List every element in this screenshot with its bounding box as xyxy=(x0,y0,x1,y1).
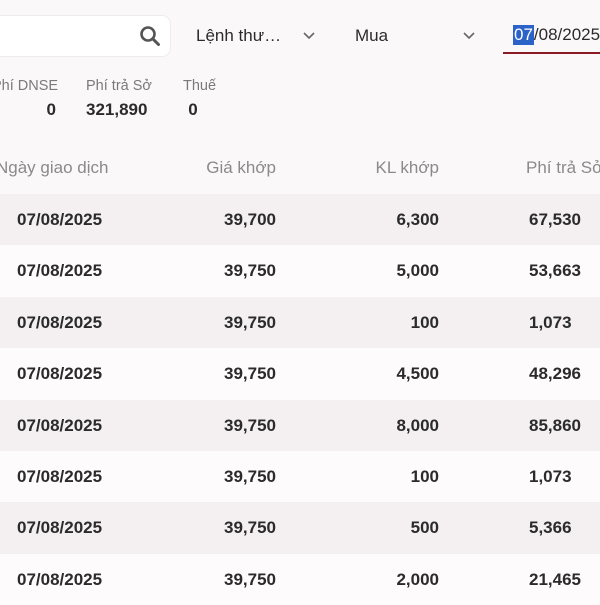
summary-label: Phí DNSE xyxy=(0,78,59,94)
table-row[interactable]: 07/08/2025 39,750 100 1,073 xyxy=(0,296,600,349)
side-select[interactable]: Mua xyxy=(355,16,485,56)
cell-date: 07/08/2025 xyxy=(17,518,103,538)
cell-fee: 21,465 xyxy=(529,569,581,589)
cell-qty: 5,000 xyxy=(396,261,439,281)
side-label: Mua xyxy=(355,26,389,45)
chevron-down-icon xyxy=(303,32,315,40)
cell-fee: 85,860 xyxy=(529,415,581,435)
chevron-down-icon xyxy=(463,32,475,40)
summary-dnse-fee: Phí DNSE 0 xyxy=(0,78,59,120)
table-row[interactable]: 07/08/2025 39,750 5,000 53,663 xyxy=(0,245,600,297)
order-type-select[interactable]: Lệnh thư… xyxy=(196,16,326,56)
table-row[interactable]: 07/08/2025 39,750 2,000 21,465 xyxy=(0,553,600,605)
cell-price: 39,750 xyxy=(224,415,276,435)
cell-price: 39,750 xyxy=(224,364,276,384)
summary-tax: Thuế 0 xyxy=(183,78,216,120)
cell-fee: 67,530 xyxy=(529,210,581,229)
summary-exchange-fee: Phí trả Sở 321,890 xyxy=(86,78,152,120)
date-input[interactable]: 07/08/2025 xyxy=(503,18,600,54)
trade-table: Ngày giao dịch Giá khớp KL khớp Phí trả … xyxy=(0,142,600,605)
cell-price: 39,750 xyxy=(224,312,276,332)
cell-date: 07/08/2025 xyxy=(17,261,103,281)
summary-label: Thuế xyxy=(183,78,217,94)
table-row[interactable]: 07/08/2025 39,750 500 5,366 xyxy=(0,502,600,554)
cell-fee: 48,296 xyxy=(529,364,581,384)
cell-date: 07/08/2025 xyxy=(17,210,103,229)
summary-value: 0 xyxy=(188,100,198,119)
table-row[interactable]: 07/08/2025 39,750 8,000 85,860 xyxy=(0,399,600,451)
cell-price: 39,750 xyxy=(224,261,276,281)
table-row[interactable]: 07/08/2025 39,700 6,300 67,530 xyxy=(0,194,600,246)
table-row[interactable]: 07/08/2025 39,750 4,500 48,296 xyxy=(0,348,600,400)
summary-value: 321,890 xyxy=(86,100,148,119)
cell-qty: 100 xyxy=(410,312,439,332)
cell-fee: 5,366 xyxy=(529,518,572,538)
cell-date: 07/08/2025 xyxy=(17,569,103,589)
cell-date: 07/08/2025 xyxy=(17,364,103,384)
cell-fee: 1,073 xyxy=(529,312,572,332)
cell-fee: 53,663 xyxy=(529,261,581,281)
summary-value: 0 xyxy=(46,100,56,119)
cell-price: 39,750 xyxy=(224,569,276,589)
cell-date: 07/08/2025 xyxy=(17,466,103,486)
cell-date: 07/08/2025 xyxy=(17,312,103,332)
date-selected-text: 07 xyxy=(513,25,534,45)
cell-qty: 100 xyxy=(410,466,439,486)
toolbar: Lệnh thư… Mua 07/08/2025 xyxy=(0,0,600,70)
search-icon[interactable] xyxy=(138,24,162,48)
order-type-label: Lệnh thư… xyxy=(196,26,282,45)
column-header-qty[interactable]: KL khớp xyxy=(376,158,439,178)
cell-qty: 2,000 xyxy=(396,569,439,589)
column-header-fee[interactable]: Phí trả Sở xyxy=(526,158,600,178)
cell-price: 39,750 xyxy=(224,466,276,486)
cell-price: 39,700 xyxy=(224,210,276,229)
column-header-date[interactable]: Ngày giao dịch xyxy=(0,158,108,178)
cell-qty: 500 xyxy=(410,518,439,538)
table-row[interactable]: 07/08/2025 39,750 100 1,073 xyxy=(0,450,600,503)
cell-qty: 4,500 xyxy=(396,364,439,384)
cell-qty: 6,300 xyxy=(396,210,439,229)
column-header-price[interactable]: Giá khớp xyxy=(206,158,276,178)
summary-label: Phí trả Sở xyxy=(86,78,152,94)
date-rest-text: /08/2025 xyxy=(533,25,600,44)
cell-date: 07/08/2025 xyxy=(17,415,103,435)
search-input[interactable] xyxy=(0,16,170,56)
table-header: Ngày giao dịch Giá khớp KL khớp Phí trả … xyxy=(0,142,600,194)
cell-price: 39,750 xyxy=(224,518,276,538)
cell-qty: 8,000 xyxy=(396,415,439,435)
cell-fee: 1,073 xyxy=(529,466,572,486)
